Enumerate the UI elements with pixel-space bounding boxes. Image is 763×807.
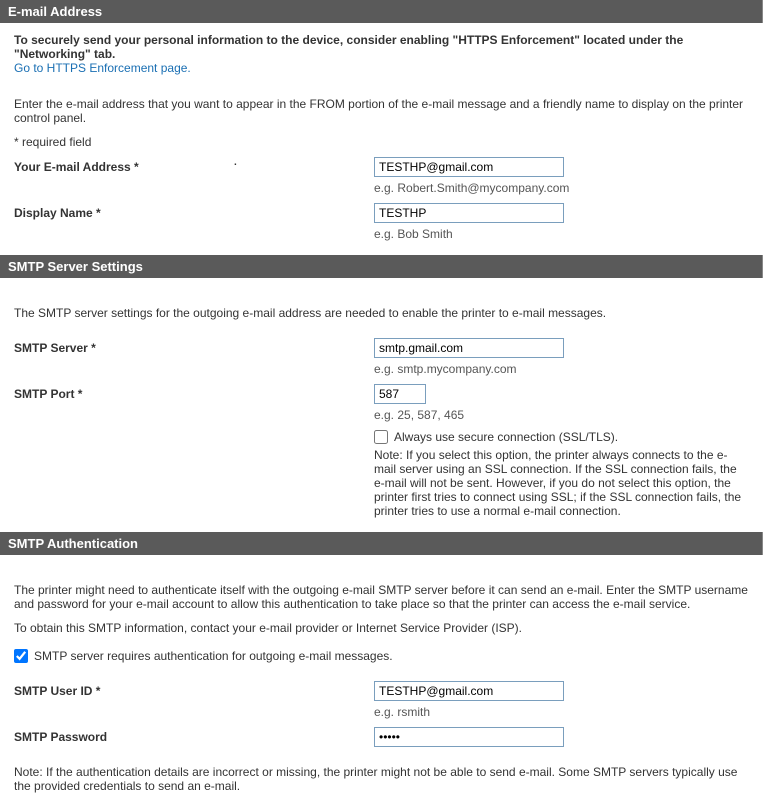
auth-required-checkbox[interactable] (14, 649, 28, 663)
https-intro-text: To securely send your personal informati… (14, 33, 749, 61)
display-name-row: Display Name * e.g. Bob Smith (14, 203, 749, 241)
email-description: Enter the e-mail address that you want t… (14, 97, 749, 125)
ssl-checkbox-label: Always use secure connection (SSL/TLS). (394, 430, 618, 444)
email-section-title: E-mail Address (8, 4, 102, 19)
ssl-note: Note: If you select this option, the pri… (374, 448, 749, 518)
smtp-user-label: SMTP User ID * (14, 681, 374, 698)
smtp-port-label: SMTP Port * (14, 384, 374, 401)
smtp-port-row: SMTP Port * e.g. 25, 587, 465 Always use… (14, 384, 749, 518)
smtp-server-input[interactable] (374, 338, 564, 358)
smtp-port-input[interactable] (374, 384, 426, 404)
auth-section-title: SMTP Authentication (8, 536, 138, 551)
smtp-user-example: e.g. rsmith (374, 705, 749, 719)
smtp-section-header: SMTP Server Settings (0, 255, 763, 278)
auth-required-label: SMTP server requires authentication for … (34, 649, 393, 663)
smtp-password-input[interactable] (374, 727, 564, 747)
smtp-description: The SMTP server settings for the outgoin… (14, 306, 749, 320)
email-section-body: To securely send your personal informati… (0, 23, 763, 255)
email-address-example: e.g. Robert.Smith@mycompany.com (374, 181, 749, 195)
email-section-header: E-mail Address (0, 0, 763, 23)
display-name-input[interactable] (374, 203, 564, 223)
smtp-port-example: e.g. 25, 587, 465 (374, 408, 749, 422)
https-enforcement-link[interactable]: Go to HTTPS Enforcement page. (14, 61, 191, 75)
auth-section-header: SMTP Authentication (0, 532, 763, 555)
ssl-checkbox[interactable] (374, 430, 388, 444)
smtp-server-row: SMTP Server * e.g. smtp.mycompany.com (14, 338, 749, 376)
display-name-example: e.g. Bob Smith (374, 227, 749, 241)
smtp-server-example: e.g. smtp.mycompany.com (374, 362, 749, 376)
dot-marker: . (234, 157, 237, 168)
auth-description: The printer might need to authenticate i… (14, 583, 749, 611)
required-field-note: * required field (14, 135, 749, 149)
smtp-section-body: The SMTP server settings for the outgoin… (0, 278, 763, 532)
smtp-user-input[interactable] (374, 681, 564, 701)
display-name-label: Display Name * (14, 203, 374, 220)
email-address-row: Your E-mail Address * . e.g. Robert.Smit… (14, 157, 749, 195)
ssl-checkbox-row: Always use secure connection (SSL/TLS). (374, 430, 749, 444)
auth-obtain-info: To obtain this SMTP information, contact… (14, 621, 749, 635)
email-address-input[interactable] (374, 157, 564, 177)
smtp-section-title: SMTP Server Settings (8, 259, 143, 274)
smtp-server-label: SMTP Server * (14, 338, 374, 355)
smtp-password-label: SMTP Password (14, 727, 374, 744)
auth-section-body: The printer might need to authenticate i… (0, 555, 763, 807)
auth-required-row: SMTP server requires authentication for … (14, 649, 749, 663)
email-address-label: Your E-mail Address * . (14, 157, 374, 174)
smtp-password-row: SMTP Password (14, 727, 749, 747)
smtp-user-row: SMTP User ID * e.g. rsmith (14, 681, 749, 719)
auth-note: Note: If the authentication details are … (14, 765, 749, 793)
